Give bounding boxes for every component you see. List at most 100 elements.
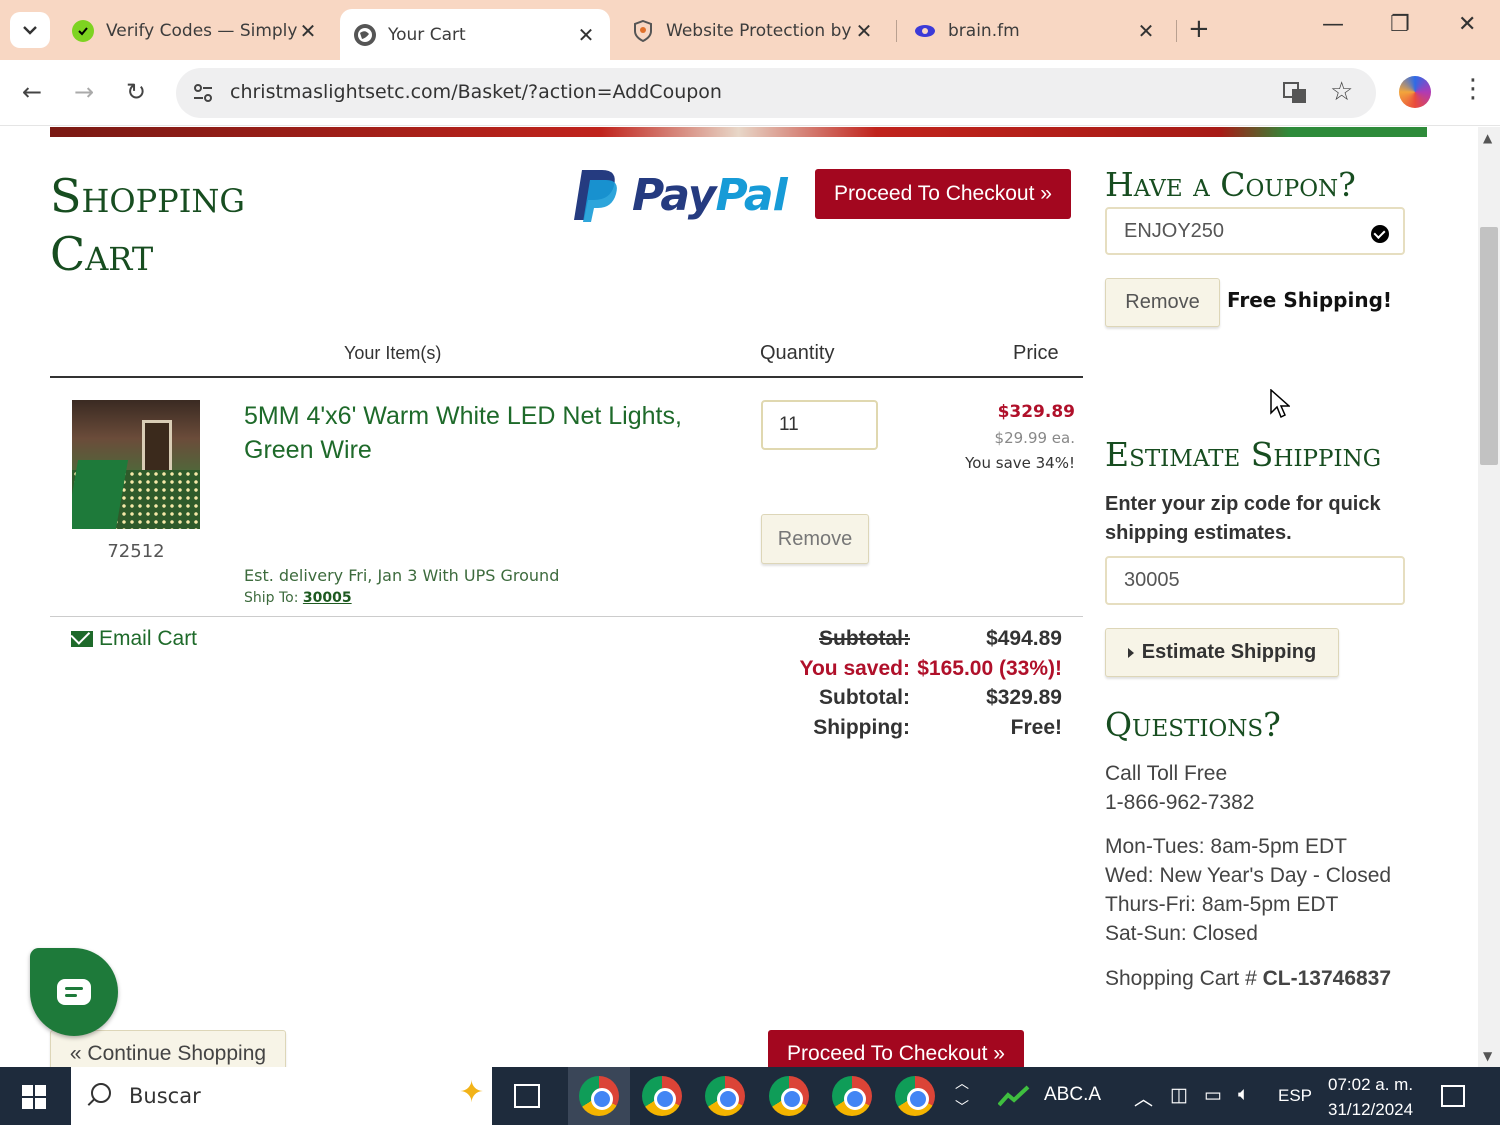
- ship-to-zip-link[interactable]: 30005: [303, 590, 352, 606]
- cart-number-value: CL-13746837: [1262, 967, 1392, 990]
- hours-line: Mon-Tues: 8am-5pm EDT: [1105, 835, 1347, 858]
- envelope-icon: [71, 631, 93, 647]
- delivery-estimate: Est. delivery Fri, Jan 3 With UPS Ground: [244, 566, 560, 585]
- item-price-total: $329.89: [997, 402, 1075, 422]
- cart-number-label: Shopping Cart #: [1105, 967, 1257, 990]
- product-image[interactable]: [72, 400, 200, 529]
- coupon-result: Free Shipping!: [1227, 288, 1392, 312]
- restore-window-icon[interactable]: ❐: [1390, 12, 1410, 37]
- windows-start-icon[interactable]: [22, 1085, 46, 1109]
- chat-widget-button[interactable]: [30, 948, 118, 1036]
- chat-bubble-icon: [57, 979, 91, 1005]
- tab-verify-codes[interactable]: Verify Codes — Simply ✕: [58, 9, 332, 53]
- cart-number: Shopping Cart # CL-13746837: [1105, 964, 1391, 993]
- remove-item-button[interactable]: Remove: [761, 514, 869, 564]
- zip-code-input[interactable]: [1105, 556, 1405, 605]
- estimate-shipping-button[interactable]: Estimate Shipping: [1105, 628, 1339, 677]
- continue-shopping-button[interactable]: « Continue Shopping: [50, 1030, 286, 1067]
- totals-label: Subtotal:: [819, 627, 910, 650]
- estimate-shipping-heading: Estimate Shipping: [1105, 435, 1382, 474]
- totals-value: $165.00 (33%)!: [917, 656, 1062, 680]
- browser-menu-icon[interactable]: ⋮: [1460, 76, 1486, 102]
- totals-label: You saved:: [799, 656, 910, 680]
- network-icon[interactable]: ◫: [1170, 1084, 1188, 1107]
- close-window-icon[interactable]: ✕: [1458, 12, 1476, 37]
- browser-tabstrip: Verify Codes — Simply ✕ Your Cart ✕ Webs…: [0, 0, 1500, 60]
- minimize-icon[interactable]: —: [1322, 12, 1344, 37]
- scroll-down-icon[interactable]: ▼: [1483, 1049, 1492, 1063]
- coupon-code-value: ENJOY250: [1124, 220, 1225, 242]
- search-placeholder: Buscar: [129, 1084, 201, 1108]
- chevron-down-icon: [23, 26, 37, 35]
- search-icon: [91, 1083, 111, 1103]
- close-tab-icon[interactable]: ✕: [576, 23, 596, 47]
- back-arrow-icon[interactable]: ←: [22, 78, 42, 106]
- close-tab-icon[interactable]: ✕: [1136, 19, 1156, 43]
- coupon-heading: Have a Coupon?: [1105, 165, 1356, 204]
- product-name-link[interactable]: 5MM 4'x6' Warm White LED Net Lights, Gre…: [244, 399, 694, 467]
- profile-avatar[interactable]: [1399, 76, 1431, 108]
- proceed-to-checkout-button[interactable]: Proceed To Checkout »: [815, 169, 1071, 219]
- site-settings-icon[interactable]: [190, 80, 216, 106]
- shield-icon: [632, 20, 654, 42]
- chrome-icon[interactable]: [895, 1076, 935, 1116]
- phone-number[interactable]: 1-866-962-7382: [1105, 788, 1254, 817]
- tab-title: brain.fm: [948, 21, 1020, 41]
- notifications-icon[interactable]: [1441, 1085, 1465, 1107]
- product-sku: 72512: [107, 541, 165, 562]
- totals-row-subtotal: Subtotal: $329.89: [770, 686, 1062, 716]
- scroll-up-icon[interactable]: ▲: [1483, 131, 1492, 145]
- taskbar-clock[interactable]: 07:02 a. m. 31/12/2024: [1328, 1072, 1413, 1122]
- ship-to-label: Ship To:: [244, 590, 299, 606]
- ship-to: Ship To: 30005: [244, 590, 352, 606]
- tab-brain-fm[interactable]: brain.fm ✕: [900, 9, 1170, 53]
- promo-banner[interactable]: [50, 127, 1427, 137]
- chrome-icon[interactable]: [642, 1076, 682, 1116]
- url-text[interactable]: christmaslightsetc.com/Basket/?action=Ad…: [230, 81, 722, 103]
- totals-value: $494.89: [986, 627, 1062, 650]
- stock-ticker[interactable]: ABC.A: [1044, 1084, 1101, 1106]
- tab-website-protection[interactable]: Website Protection by ✕: [618, 9, 888, 53]
- bookmark-star-icon[interactable]: ☆: [1330, 77, 1353, 107]
- task-view-icon[interactable]: [514, 1084, 540, 1108]
- paypal-button[interactable]: PayPal: [572, 167, 788, 223]
- quantity-input[interactable]: [761, 400, 878, 450]
- language-indicator[interactable]: ESP: [1278, 1086, 1312, 1106]
- globe-icon: [354, 23, 376, 46]
- chrome-icon[interactable]: [705, 1076, 745, 1116]
- email-cart-link[interactable]: Email Cart: [71, 627, 197, 651]
- close-tab-icon[interactable]: ✕: [854, 19, 874, 43]
- hours-line: Sat-Sun: Closed: [1105, 922, 1258, 945]
- translate-icon[interactable]: [1282, 80, 1308, 106]
- scrollbar-thumb[interactable]: [1480, 227, 1498, 465]
- new-tab-plus-icon[interactable]: +: [1188, 14, 1210, 44]
- call-toll-free-label: Call Toll Free: [1105, 762, 1228, 785]
- chrome-icon[interactable]: [832, 1076, 872, 1116]
- close-tab-icon[interactable]: ✕: [298, 19, 318, 43]
- page-title: Shopping Cart: [50, 169, 245, 281]
- chrome-icon[interactable]: [579, 1076, 619, 1116]
- totals-row-original: Subtotal: $494.89: [770, 627, 1062, 657]
- totals-row-shipping: Shipping: Free!: [770, 716, 1062, 746]
- verify-codes-favicon-icon: [72, 20, 94, 42]
- tab-your-cart[interactable]: Your Cart ✕: [340, 9, 610, 60]
- taskbar-scroll-icon[interactable]: ︿ ﹀: [955, 1071, 969, 1119]
- reload-icon[interactable]: ↻: [126, 78, 146, 106]
- page-scrollbar[interactable]: ▲ ▼: [1478, 127, 1500, 1067]
- hours-line: Wed: New Year's Day - Closed: [1105, 864, 1392, 887]
- battery-icon[interactable]: ▭: [1204, 1084, 1222, 1107]
- paypal-logo-icon: [574, 170, 617, 222]
- volume-icon[interactable]: 🔈︎: [1238, 1084, 1249, 1106]
- show-hidden-icons-icon[interactable]: ︿: [1134, 1084, 1153, 1111]
- tab-separator: [896, 20, 897, 42]
- browser-toolbar: ← → ↻ christmaslightsetc.com/Basket/?act…: [0, 60, 1500, 126]
- chrome-icon[interactable]: [769, 1076, 809, 1116]
- coupon-code-field[interactable]: ENJOY250: [1105, 207, 1405, 255]
- caret-right-icon: [1127, 647, 1134, 658]
- address-bar[interactable]: christmaslightsetc.com/Basket/?action=Ad…: [176, 68, 1376, 118]
- forward-arrow-icon[interactable]: →: [74, 78, 94, 106]
- proceed-to-checkout-button-bottom[interactable]: Proceed To Checkout »: [768, 1030, 1024, 1067]
- taskbar-search-box[interactable]: Buscar ✦: [71, 1067, 492, 1125]
- tab-search-button[interactable]: [10, 12, 50, 48]
- remove-coupon-button[interactable]: Remove: [1105, 278, 1220, 327]
